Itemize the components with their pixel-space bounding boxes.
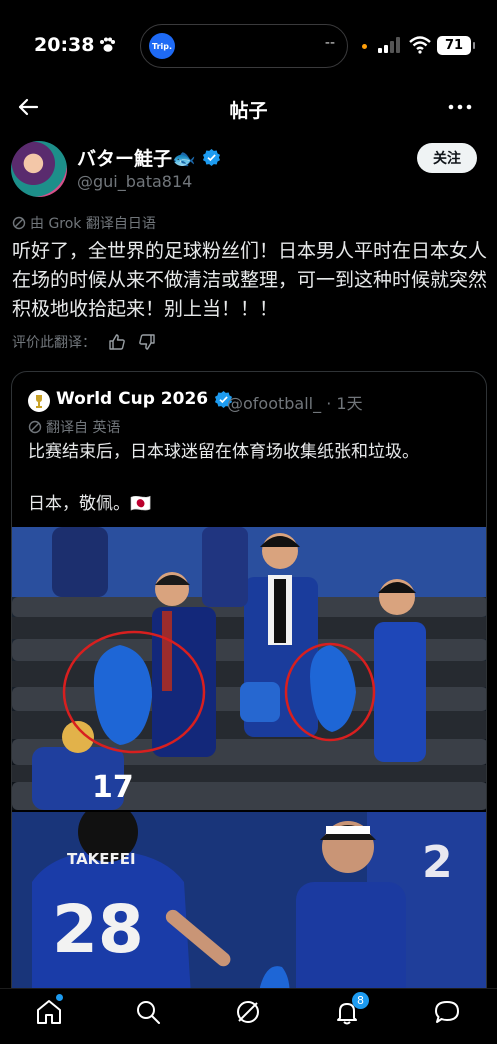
wifi-icon (409, 36, 431, 54)
quoted-author-name[interactable]: World Cup 2026 (56, 389, 233, 409)
quoted-author-name-text: World Cup 2026 (56, 389, 209, 409)
quoted-author-handle: @ofootball_ · 1天 (227, 394, 363, 413)
more-options-icon[interactable] (447, 96, 473, 118)
rate-translation: 评价此翻译： (12, 332, 156, 352)
notifications-badge: 8 (352, 992, 369, 1009)
thumbs-down-icon[interactable] (138, 333, 156, 351)
grok-icon (12, 216, 26, 230)
home-unread-dot (56, 994, 63, 1001)
translation-note: 由 Grok 翻译自日语 (12, 213, 156, 233)
stadium-photo-1[interactable]: 17 (12, 527, 486, 810)
jersey-number-28: 28 (52, 891, 144, 968)
privacy-dot (362, 44, 367, 49)
stadium-photo-2[interactable]: 2 TAKEFEI 28 (12, 812, 486, 1010)
author-name[interactable]: バター鮭子🐟 (77, 144, 221, 171)
island-text: -- (324, 35, 335, 51)
bottom-tab-bar: 8 (0, 988, 497, 1044)
page-title: 帖子 (229, 100, 268, 122)
thumbs-up-icon[interactable] (108, 333, 126, 351)
quoted-translation-note-text: 翻译自 英语 (46, 420, 121, 436)
verified-badge-icon (202, 148, 220, 167)
author-name-text: バター鮭子🐟 (77, 148, 196, 170)
grok-icon[interactable] (233, 997, 263, 1027)
signal-icon (378, 37, 400, 53)
rate-translation-label: 评价此翻译： (12, 335, 96, 351)
quoted-post-text: 比赛结束后，日本球迷留在体育场收集纸张和垃圾。 日本，敬佩。🇯🇵 (28, 442, 419, 514)
search-icon[interactable] (133, 997, 163, 1027)
status-bar: 20:38 Trip. -- 71 (0, 0, 497, 90)
quoted-translation-note: 翻译自 英语 (28, 417, 120, 437)
jersey-player-name: TAKEFEI (67, 850, 136, 868)
home-icon[interactable] (34, 997, 64, 1027)
translate-icon (28, 420, 42, 434)
paw-icon (100, 37, 115, 52)
world-cup-logo-icon (28, 390, 50, 412)
translation-note-text: 由 Grok 翻译自日语 (30, 216, 156, 232)
status-time: 20:38 (34, 34, 95, 56)
jersey-number-back: 2 (422, 837, 453, 888)
post-text: 听好了，全世界的足球粉丝们！日本男人平时在日本女人在场的时候从来不做清洁或整理，… (12, 240, 488, 320)
jersey-number-17: 17 (92, 770, 134, 805)
battery-indicator: 71 (437, 36, 475, 55)
dynamic-island[interactable]: Trip. -- (140, 24, 348, 68)
quoted-post[interactable]: World Cup 2026 @ofootball_ · 1天 翻译自 英语 比… (11, 371, 487, 1011)
trip-app-icon: Trip. (149, 33, 175, 59)
author-handle: @gui_bata814 (77, 172, 193, 191)
avatar[interactable] (11, 141, 67, 197)
messages-icon[interactable] (432, 997, 462, 1027)
follow-button[interactable]: 关注 (417, 143, 477, 173)
